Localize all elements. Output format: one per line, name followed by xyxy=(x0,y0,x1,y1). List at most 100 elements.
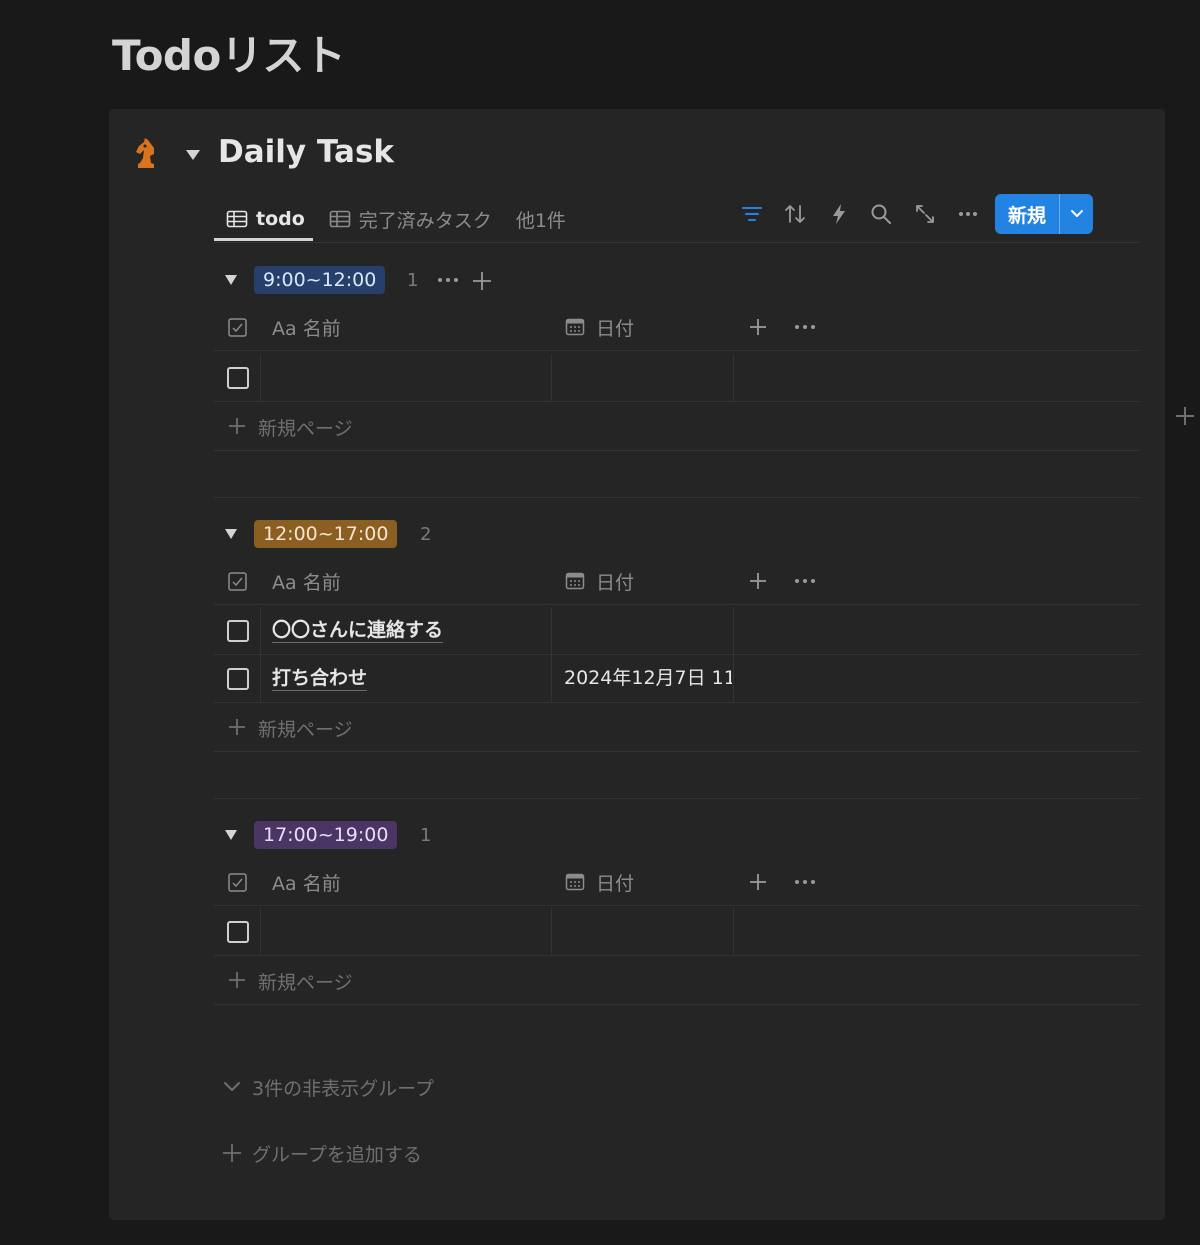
page-title[interactable]: Todoリスト xyxy=(112,22,346,83)
column-label: 名前 xyxy=(302,873,341,895)
group-label-badge[interactable]: 17:00~19:00 xyxy=(254,821,398,849)
group-divider xyxy=(214,497,1140,498)
column-header-date[interactable]: 日付 xyxy=(596,568,634,595)
filter-icon[interactable] xyxy=(740,202,764,226)
table-header: Aa 名前 日付 xyxy=(214,859,1140,905)
tab-completed-tasks[interactable]: 完了済みタスク xyxy=(317,201,504,237)
sort-icon[interactable] xyxy=(783,202,807,226)
chess-knight-icon[interactable] xyxy=(132,136,160,170)
collapse-toggle-icon[interactable] xyxy=(184,148,202,162)
plus-icon xyxy=(229,418,245,434)
calendar-icon xyxy=(565,318,585,336)
table-header: Aa 名前 日付 xyxy=(214,304,1140,350)
group-header: 12:00~17:00 2 xyxy=(214,520,1140,550)
chevron-down-icon xyxy=(224,1082,240,1091)
table-row[interactable] xyxy=(214,908,1140,956)
row-checkbox[interactable] xyxy=(227,921,249,943)
add-property-plus-icon[interactable] xyxy=(748,317,768,337)
divider xyxy=(214,350,1140,351)
row-name[interactable]: 打ち合わせ xyxy=(272,666,368,691)
table-icon xyxy=(329,210,351,228)
more-icon[interactable] xyxy=(794,573,816,589)
text-property-icon: Aa xyxy=(272,318,297,340)
group-12-17: 12:00~17:00 2 Aa 名前 日付 〇〇さんに連絡する 打ち合わせ 2… xyxy=(214,520,1140,756)
view-tabs: todo 完了済みタスク 他1件 xyxy=(214,196,578,242)
collapse-toggle-icon[interactable] xyxy=(224,829,238,841)
more-icon[interactable] xyxy=(436,272,460,288)
more-icon[interactable] xyxy=(956,202,980,226)
tabs-divider xyxy=(214,242,1140,243)
automation-icon[interactable] xyxy=(827,202,851,226)
new-page-button[interactable]: 新規ページ xyxy=(214,957,1140,1005)
table-header: Aa 名前 日付 xyxy=(214,558,1140,604)
hidden-groups-label: 3件の非表示グループ xyxy=(252,1077,434,1100)
group-count: 1 xyxy=(407,270,419,291)
tab-label: 完了済みタスク xyxy=(358,209,492,232)
table-row[interactable] xyxy=(214,354,1140,402)
chevron-down-icon xyxy=(1070,210,1083,217)
column-header-date[interactable]: 日付 xyxy=(596,314,634,341)
database-title[interactable]: Daily Task xyxy=(218,134,394,170)
tab-label: todo xyxy=(256,208,305,230)
group-count: 1 xyxy=(420,825,432,846)
tab-more-views[interactable]: 他1件 xyxy=(504,201,578,237)
group-label-badge[interactable]: 12:00~17:00 xyxy=(254,520,398,548)
divider xyxy=(214,604,1140,605)
group-header: 9:00~12:00 1 xyxy=(214,266,1140,296)
row-checkbox[interactable] xyxy=(227,668,249,690)
new-page-button[interactable]: 新規ページ xyxy=(214,704,1140,752)
row-checkbox[interactable] xyxy=(227,620,249,642)
column-header-date[interactable]: 日付 xyxy=(596,869,634,896)
collapse-toggle-icon[interactable] xyxy=(224,274,238,286)
column-label: 名前 xyxy=(302,572,341,594)
more-icon[interactable] xyxy=(794,874,816,890)
group-9-12: 9:00~12:00 1 Aa 名前 日付 新規ページ xyxy=(214,266,1140,452)
add-property-plus-icon[interactable] xyxy=(748,872,768,892)
group-count: 2 xyxy=(420,524,432,545)
more-icon[interactable] xyxy=(794,319,816,335)
new-button[interactable]: 新規 xyxy=(995,194,1093,234)
column-header-name[interactable]: Aa 名前 xyxy=(272,869,341,896)
plus-icon[interactable] xyxy=(471,270,493,292)
checkbox-property-icon xyxy=(228,572,247,591)
row-checkbox[interactable] xyxy=(227,367,249,389)
calendar-icon xyxy=(565,873,585,891)
table-row[interactable]: 〇〇さんに連絡する xyxy=(214,607,1140,655)
group-divider xyxy=(214,798,1140,799)
row-name[interactable]: 〇〇さんに連絡する xyxy=(272,618,444,643)
add-group-button[interactable]: グループを追加する xyxy=(222,1140,422,1166)
row-date[interactable]: 2024年12月7日 11 xyxy=(564,666,732,690)
table-row[interactable]: 打ち合わせ 2024年12月7日 11 xyxy=(214,655,1140,703)
new-page-label: 新規ページ xyxy=(258,972,353,994)
plus-icon xyxy=(223,1144,241,1162)
checkbox-property-icon xyxy=(228,873,247,892)
new-button-label[interactable]: 新規 xyxy=(995,194,1059,234)
calendar-icon xyxy=(565,572,585,590)
column-header-name[interactable]: Aa 名前 xyxy=(272,314,341,341)
column-header-name[interactable]: Aa 名前 xyxy=(272,568,341,595)
plus-icon xyxy=(229,719,245,735)
hidden-groups-toggle[interactable]: 3件の非表示グループ xyxy=(222,1074,434,1100)
text-property-icon: Aa xyxy=(272,572,297,594)
collapse-toggle-icon[interactable] xyxy=(224,528,238,540)
add-group-label: グループを追加する xyxy=(252,1143,422,1166)
active-tab-indicator xyxy=(214,238,313,241)
tab-label: 他1件 xyxy=(515,209,566,232)
text-property-icon: Aa xyxy=(272,873,297,895)
new-button-dropdown[interactable] xyxy=(1060,194,1093,234)
table-icon xyxy=(226,210,248,228)
group-17-19: 17:00~19:00 1 Aa 名前 日付 新規ページ xyxy=(214,821,1140,1007)
checkbox-property-icon xyxy=(228,318,247,337)
group-label-badge[interactable]: 9:00~12:00 xyxy=(254,266,386,294)
plus-icon xyxy=(229,972,245,988)
add-property-plus-icon[interactable] xyxy=(748,571,768,591)
expand-icon[interactable] xyxy=(913,202,937,226)
group-header: 17:00~19:00 1 xyxy=(214,821,1140,851)
tab-todo[interactable]: todo xyxy=(214,201,317,237)
divider xyxy=(214,905,1140,906)
new-page-label: 新規ページ xyxy=(258,418,353,440)
new-page-label: 新規ページ xyxy=(258,719,353,741)
new-page-button[interactable]: 新規ページ xyxy=(214,403,1140,451)
add-column-plus-icon[interactable] xyxy=(1173,404,1197,428)
search-icon[interactable] xyxy=(869,202,893,226)
